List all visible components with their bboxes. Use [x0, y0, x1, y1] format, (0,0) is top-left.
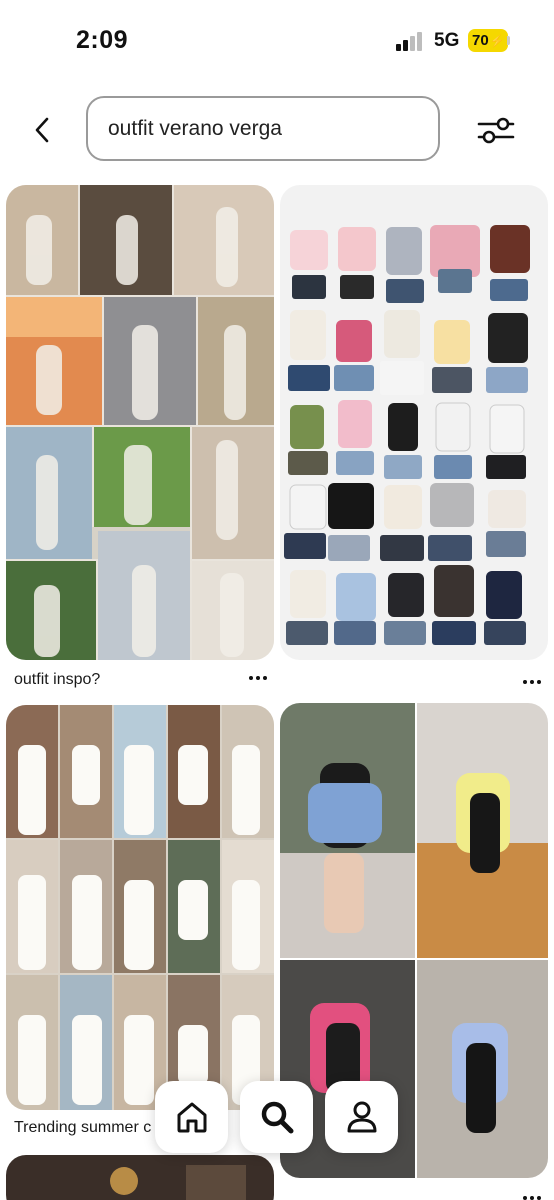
mirror-outfits-collage-image [280, 703, 548, 1178]
more-horizontal-icon [523, 680, 541, 684]
cellular-signal-icon [396, 31, 426, 51]
battery-level: 70 [472, 32, 489, 49]
partial-pin-image [6, 1155, 274, 1200]
status-time: 2:09 [76, 26, 129, 54]
pin-title[interactable]: outfit inspo? [14, 671, 244, 689]
tops-product-grid-image [284, 225, 530, 645]
search-input[interactable]: outfit verano verga [86, 96, 440, 161]
network-type: 5G [434, 30, 460, 51]
more-options-button[interactable] [517, 673, 547, 691]
search-icon [261, 1101, 293, 1134]
more-options-button[interactable] [517, 1189, 547, 1200]
search-header: outfit verano verga [0, 90, 554, 170]
pin-image-partial[interactable] [6, 1155, 274, 1200]
pin-image-product-grid[interactable] [280, 185, 548, 660]
back-button[interactable] [22, 110, 62, 150]
search-query-text: outfit verano verga [108, 116, 282, 140]
chevron-left-icon [35, 117, 49, 143]
more-options-button[interactable] [243, 669, 273, 687]
pin-image-mirror-outfits[interactable] [280, 703, 548, 1178]
profile-icon [347, 1101, 376, 1133]
filter-button[interactable] [474, 110, 518, 150]
outfit-collage-image [6, 185, 274, 660]
status-bar: 2:09 5G 70⚡ [0, 0, 554, 80]
nav-home-button[interactable] [155, 1081, 228, 1153]
battery-tip [507, 36, 510, 45]
nav-search-button[interactable] [240, 1081, 313, 1153]
home-icon [177, 1102, 206, 1133]
charging-bolt-icon: ⚡ [489, 34, 505, 48]
pin-image-trending-summer[interactable] [6, 705, 274, 1110]
battery-icon: 70⚡ [468, 29, 508, 52]
more-horizontal-icon [249, 676, 267, 680]
sliders-icon [477, 117, 515, 144]
nav-profile-button[interactable] [325, 1081, 398, 1153]
pin-title[interactable]: Trending summer c [14, 1119, 164, 1137]
white-outfits-collage-image [6, 705, 274, 1110]
pin-image-outfit-inspo[interactable] [6, 185, 274, 660]
more-horizontal-icon [523, 1196, 541, 1200]
